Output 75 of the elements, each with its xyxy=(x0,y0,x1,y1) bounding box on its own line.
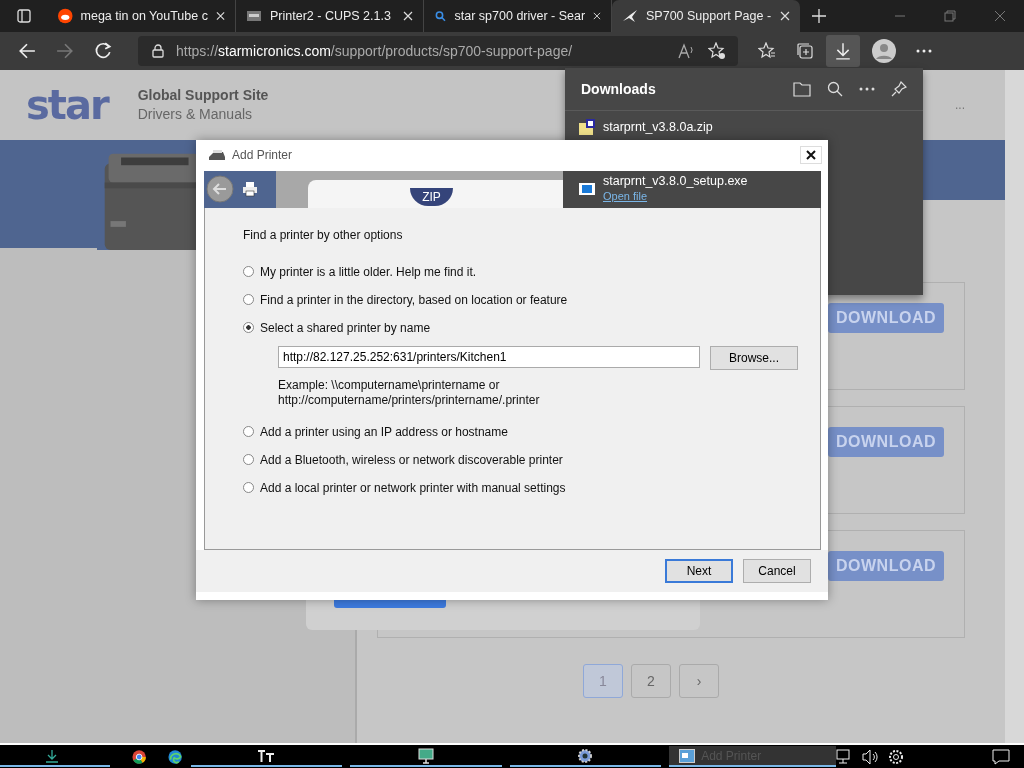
back-icon[interactable] xyxy=(18,41,36,60)
zip-label: ZIP xyxy=(410,187,453,206)
dialog-button[interactable]: Cancel xyxy=(743,558,811,583)
window-title: Add Printer xyxy=(232,148,293,163)
alien-icon xyxy=(58,8,73,24)
option-label[interactable]: Add a printer using an IP address or hostname xyxy=(260,424,508,439)
font-icon xyxy=(257,748,276,763)
taskbar-button[interactable] xyxy=(350,746,502,768)
new-tab-icon[interactable] xyxy=(812,9,826,23)
window-file-icon xyxy=(579,181,595,198)
download-icon xyxy=(45,748,59,763)
refresh-icon[interactable] xyxy=(94,41,112,60)
pin-icon[interactable] xyxy=(891,80,907,97)
scrollbar[interactable] xyxy=(1005,69,1024,744)
radio-button[interactable] xyxy=(243,482,254,494)
option-label[interactable]: My printer is a little older. Help me find it. xyxy=(260,264,477,279)
file-name[interactable]: starprnt_v3.8.0_setup.exe xyxy=(603,174,748,190)
back-icon[interactable] xyxy=(206,175,234,204)
option-label[interactable]: Select a shared printer by name xyxy=(260,320,431,335)
radio-button[interactable] xyxy=(243,322,254,334)
option-label[interactable]: Add a local printer or network printer with manual settings xyxy=(260,480,566,495)
volume-icon[interactable] xyxy=(862,748,880,765)
more-icon[interactable] xyxy=(859,86,875,91)
wave-logo-icon[interactable] xyxy=(168,748,183,765)
site-subtitle: Drivers & Manuals xyxy=(137,106,254,123)
restore-icon[interactable] xyxy=(944,10,956,22)
radio-button[interactable] xyxy=(243,294,254,306)
file-name[interactable]: starprnt_v3.8.0a.zip xyxy=(603,119,713,134)
option-label[interactable]: Add a Bluetooth, wireless or network discoverable printer xyxy=(260,452,563,467)
download-icon xyxy=(834,41,852,60)
monitor-icon xyxy=(416,747,435,764)
folder-icon[interactable] xyxy=(793,80,811,97)
browser-tab[interactable]: SP700 Support Page - xyxy=(612,0,800,32)
tab-title: Printer2 - CUPS 2.1.3 xyxy=(270,9,392,23)
forward-icon[interactable] xyxy=(56,41,74,60)
radio-button[interactable] xyxy=(243,454,254,466)
lock-icon xyxy=(152,43,164,58)
favorites-icon[interactable] xyxy=(758,41,776,60)
read-aloud-icon[interactable] xyxy=(678,42,696,59)
example-text: Example: \\computername\printername or http://computername/printers/printername/.printer xyxy=(278,377,541,408)
settings-icon[interactable] xyxy=(888,748,904,765)
tab-actions-icon[interactable] xyxy=(16,8,32,24)
radio-button[interactable] xyxy=(243,426,254,438)
site-title: Global Support Site xyxy=(137,87,269,104)
favorite-add-icon[interactable] xyxy=(708,41,726,60)
address-field[interactable]: https://starmicronics.com/support/products/sp700-support-page/ xyxy=(138,35,738,66)
dialog-heading: Find a printer by other options xyxy=(243,227,404,242)
printer-icon xyxy=(242,181,258,198)
search-icon xyxy=(434,8,447,24)
search-icon[interactable] xyxy=(827,80,843,97)
page-button[interactable]: › xyxy=(679,663,719,698)
browse-button[interactable]: Browse... xyxy=(710,345,798,370)
tab-title: mega tin on YouTube c xyxy=(80,9,208,23)
avatar-icon[interactable] xyxy=(872,38,896,63)
window-icon xyxy=(679,748,696,763)
cups-icon xyxy=(246,8,262,24)
taskbar-button[interactable] xyxy=(509,746,662,768)
bird-icon xyxy=(622,8,638,24)
tab-title: star sp700 driver - Sear xyxy=(454,9,586,23)
gear-icon xyxy=(577,747,594,764)
downloads-button[interactable] xyxy=(826,34,860,67)
browser-round-icon[interactable] xyxy=(132,748,147,765)
notification-icon[interactable] xyxy=(992,748,1010,765)
tab-title: SP700 Support Page - xyxy=(646,9,772,23)
printer-url-field[interactable]: http://82.127.25.252:631/printers/Kitchen1 xyxy=(278,345,700,368)
dialog-button[interactable]: Next xyxy=(665,558,733,583)
radio-button[interactable] xyxy=(243,266,254,278)
archive-icon xyxy=(579,118,595,135)
option-label[interactable]: Find a printer in the directory, based on location or feature xyxy=(260,292,568,307)
printer-icon xyxy=(208,149,226,162)
panel-title: Downloads xyxy=(581,80,656,97)
address-text: https://starmicronics.com/support/products/sp700-support-page/ xyxy=(176,42,573,59)
more-icon[interactable] xyxy=(916,48,932,53)
open-file-link[interactable]: Open file xyxy=(603,189,748,205)
collections-icon[interactable] xyxy=(796,41,814,60)
